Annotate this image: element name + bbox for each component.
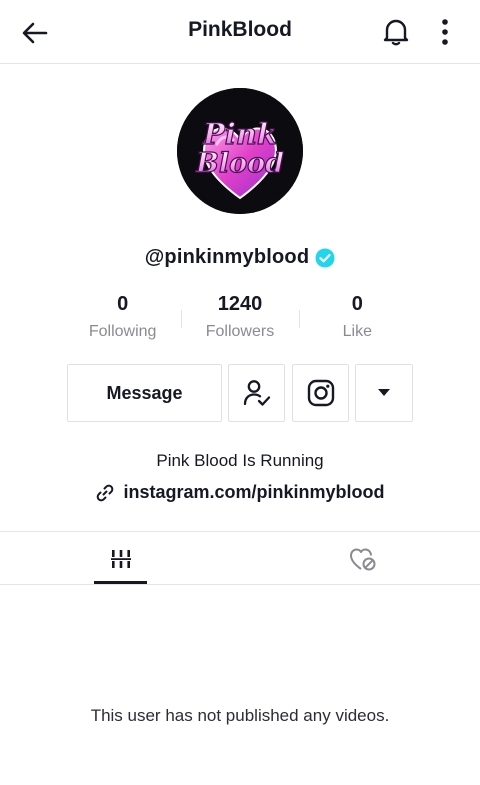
username-handle: @pinkinmyblood [144, 246, 310, 268]
verified-badge-icon [315, 248, 335, 267]
message-button[interactable]: Message [67, 364, 222, 422]
stat-followers[interactable]: 1240 Followers [181, 292, 298, 346]
link-icon [97, 484, 114, 501]
bio-text: Pink Blood Is Running [156, 451, 324, 470]
bell-icon [383, 19, 409, 46]
more-vertical-icon [442, 19, 448, 45]
top-bar: PinkBlood [0, 0, 480, 64]
notifications-button[interactable] [378, 14, 414, 50]
instagram-icon [307, 379, 334, 407]
stat-label: Following [88, 323, 157, 340]
following-status-button[interactable] [228, 364, 285, 422]
stat-value: 0 [351, 293, 363, 315]
avatar[interactable]: Pink Blood [177, 88, 303, 214]
instagram-button[interactable] [292, 364, 349, 422]
stat-value: 1240 [217, 293, 263, 315]
liked-hidden-icon [350, 548, 376, 570]
bio-link-text[interactable]: instagram.com/pinkinmyblood [123, 482, 384, 503]
caret-down-icon [378, 389, 390, 396]
stat-likes[interactable]: 0 Like [298, 292, 416, 346]
handle-row: @pinkinmyblood [0, 246, 480, 269]
stat-following[interactable]: 0 Following [64, 292, 181, 346]
bio-link[interactable]: instagram.com/pinkinmyblood [0, 482, 480, 503]
svg-text:Pink: Pink [202, 117, 277, 151]
tab-liked[interactable] [338, 532, 388, 585]
svg-text:Blood: Blood [195, 148, 284, 179]
stat-value: 0 [117, 293, 129, 315]
more-options-button[interactable] [430, 14, 460, 50]
stat-label: Followers [205, 323, 275, 340]
content-tabs [0, 531, 480, 585]
pink-blood-logo: Pink Blood [177, 88, 303, 214]
user-check-icon [243, 380, 270, 406]
tab-videos[interactable] [94, 532, 147, 585]
stat-label: Like [342, 323, 372, 340]
profile-stats: 0 Following 1240 Followers 0 Like [64, 292, 416, 346]
active-tab-indicator [94, 581, 147, 584]
empty-state-message: This user has not published any videos. [90, 706, 390, 725]
more-actions-button[interactable] [355, 364, 413, 422]
grid-icon [110, 549, 131, 568]
